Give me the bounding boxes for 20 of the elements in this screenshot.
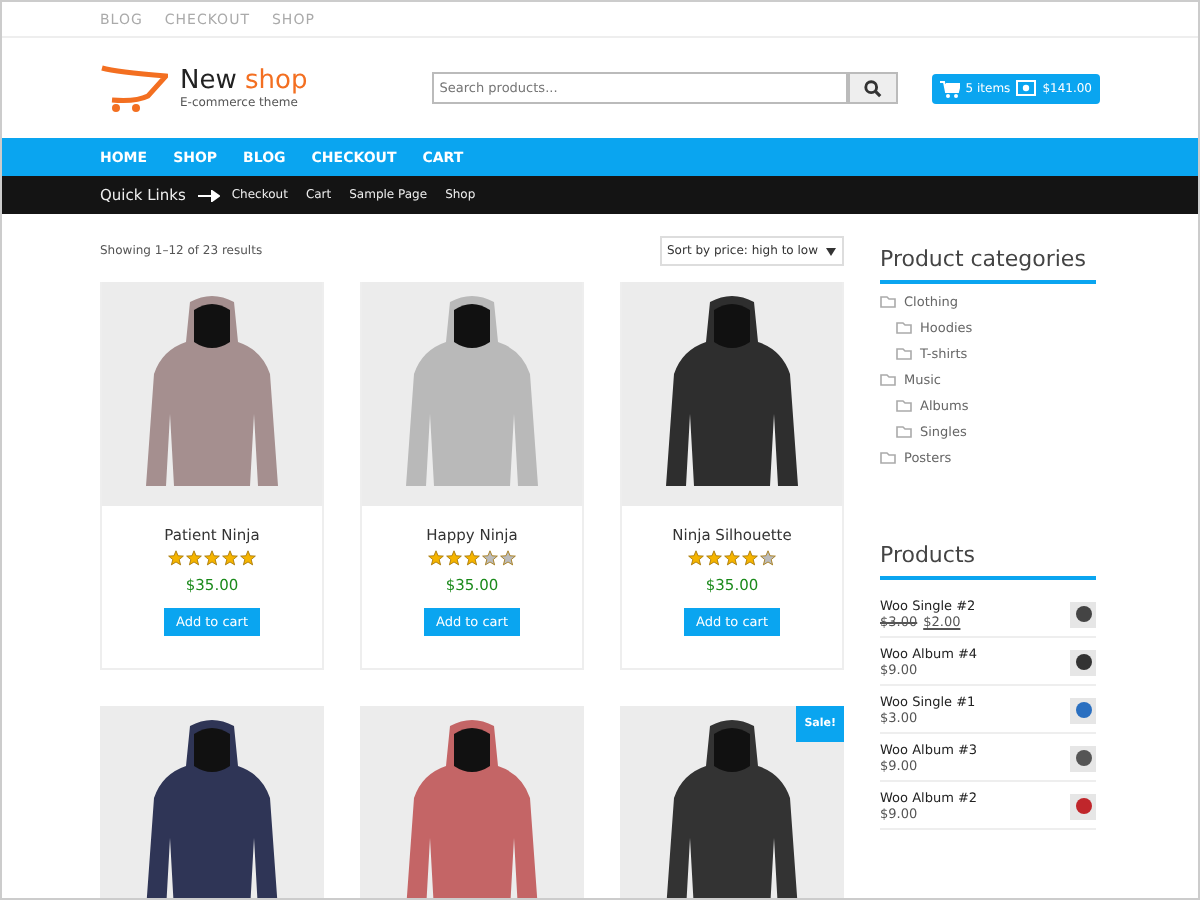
album-thumbnail[interactable] xyxy=(1070,745,1096,771)
cart-icon xyxy=(939,79,960,97)
hoodie-photo-placeholder[interactable] xyxy=(102,282,322,506)
dropdown-caret-icon xyxy=(826,247,836,255)
hoodie-photo-placeholder[interactable] xyxy=(362,282,582,506)
hoodie-photo-placeholder[interactable] xyxy=(360,706,584,898)
search-icon xyxy=(863,79,882,97)
money-icon xyxy=(1016,80,1037,96)
site-title[interactable]: New shop xyxy=(180,66,308,96)
cart-logo-icon xyxy=(100,64,168,112)
widget-title: Products xyxy=(880,530,1096,580)
album-thumbnail[interactable] xyxy=(1070,793,1096,819)
widget-title: Product categories xyxy=(880,234,1096,284)
arrow-icon xyxy=(197,189,220,201)
hoodie-photo-placeholder[interactable] xyxy=(100,706,324,898)
album-thumbnail[interactable] xyxy=(1070,601,1096,627)
album-thumbnail[interactable] xyxy=(1070,649,1096,675)
album-thumbnail[interactable] xyxy=(1070,697,1096,723)
hoodie-photo-placeholder[interactable] xyxy=(622,282,842,506)
search-button[interactable] xyxy=(847,72,898,104)
